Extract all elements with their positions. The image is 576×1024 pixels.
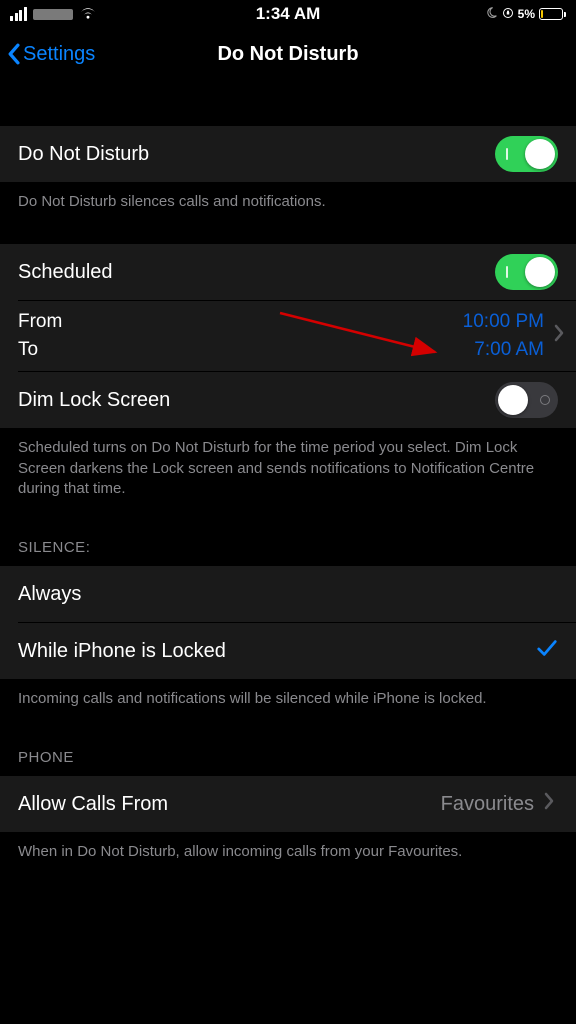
dnd-toggle-label: Do Not Disturb [18,143,149,166]
orientation-lock-icon [502,7,514,22]
scheduled-toggle-label: Scheduled [18,261,113,284]
scheduled-toggle-row: Scheduled [0,244,576,300]
dim-lock-screen-row: Dim Lock Screen [0,372,576,428]
schedule-from-label: From [18,311,62,333]
status-bar: 1:34 AM 5% [0,0,576,28]
allow-calls-from-label: Allow Calls From [18,793,168,816]
schedule-to-label: To [18,339,62,361]
silence-footer: Incoming calls and notifications will be… [0,679,576,727]
allow-calls-from-value: Favourites [441,793,534,816]
schedule-time-row[interactable]: From To 10:00 PM 7:00 AM [0,301,576,371]
silence-while-locked-row[interactable]: While iPhone is Locked [0,623,576,679]
phone-header: PHONE [0,727,576,776]
back-button[interactable]: Settings [6,43,95,66]
page-title: Do Not Disturb [217,43,358,66]
silence-always-row[interactable]: Always [0,566,576,622]
scheduled-footer: Scheduled turns on Do Not Disturb for th… [0,428,576,517]
silence-always-label: Always [18,583,81,606]
battery-icon [539,8,566,20]
allow-calls-from-row[interactable]: Allow Calls From Favourites [0,776,576,832]
silence-header: SILENCE: [0,517,576,566]
navigation-bar: Settings Do Not Disturb [0,28,576,80]
dim-lock-screen-label: Dim Lock Screen [18,389,170,412]
dim-lock-screen-toggle[interactable] [495,382,558,418]
cellular-signal-icon [10,7,27,21]
battery-percent: 5% [518,7,535,21]
checkmark-icon [536,638,558,664]
silence-while-locked-label: While iPhone is Locked [18,640,226,663]
schedule-to-value: 7:00 AM [474,339,544,361]
schedule-from-value: 10:00 PM [463,311,544,333]
status-time: 1:34 AM [256,4,321,24]
back-button-label: Settings [23,43,95,66]
phone-footer: When in Do Not Disturb, allow incoming c… [0,832,576,880]
scheduled-toggle[interactable] [495,254,558,290]
do-not-disturb-status-icon [485,6,498,22]
dnd-footer: Do Not Disturb silences calls and notifi… [0,182,576,230]
wifi-icon [79,6,97,23]
carrier-label-redacted [33,9,73,20]
dnd-toggle-row: Do Not Disturb [0,126,576,182]
chevron-right-icon [544,792,554,816]
chevron-right-icon [554,324,564,348]
dnd-toggle[interactable] [495,136,558,172]
